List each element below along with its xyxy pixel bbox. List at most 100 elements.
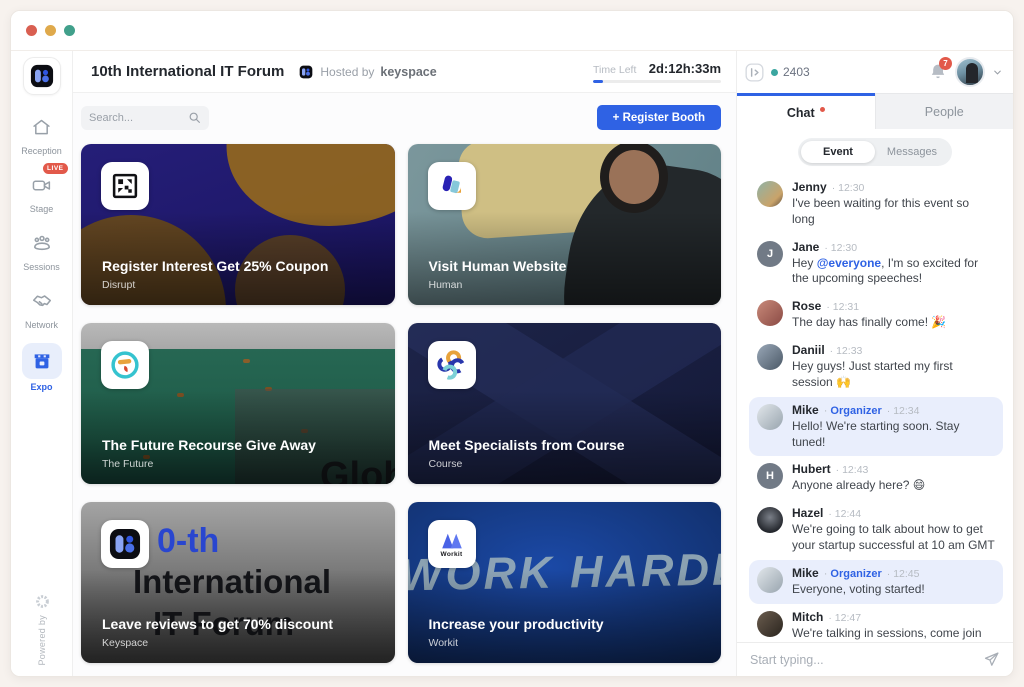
message-author: Mike	[792, 566, 819, 580]
chat-panel: 2403 7 Chat	[736, 51, 1013, 676]
booth-card-future[interactable]: GlobThe Future Recourse Give AwayThe Fut…	[81, 323, 395, 484]
chat-message-daniil-3: Daniil12:33Hey guys! Just started my fir…	[749, 337, 1003, 397]
audience-icon	[22, 227, 62, 259]
sidebar: Reception LIVEStage Sessions Network Expo Po…	[11, 51, 73, 676]
message-time: 12:44	[828, 508, 861, 520]
message-text: We're talking in sessions, come join us	[792, 626, 995, 642]
booth-title: Register Interest Get 25% Coupon	[102, 258, 328, 274]
booth-card-disrupt[interactable]: Register Interest Get 25% Coupon Disrupt	[81, 144, 395, 305]
booth-card-course[interactable]: Meet Specialists from Course Course	[408, 323, 722, 484]
avatar	[757, 507, 783, 533]
booth-subtitle: Course	[429, 458, 463, 470]
notification-badge: 7	[939, 57, 952, 70]
avatar	[757, 611, 783, 637]
chat-message-rose-2: Rose12:31The day has finally come! 🎉	[749, 293, 1003, 337]
chat-message-mike-7: Mike Organizer 12:45 Everyone, voting start…	[749, 560, 1003, 604]
booth-grid: Register Interest Get 25% Coupon Disrupt V…	[81, 144, 721, 663]
chat-message-hazel-6: Hazel12:44We're going to talk about how …	[749, 500, 1003, 560]
avatar: J	[757, 241, 783, 267]
chat-message-jenny-0: Jenny12:30I've been waiting for this eve…	[749, 174, 1003, 234]
search-box	[81, 106, 209, 130]
video-camera-icon: LIVE	[22, 169, 62, 201]
booth-card-keyspace[interactable]: 0-thInternationalIT ForumLeave reviews t…	[81, 502, 395, 663]
keyspace-logo-icon	[298, 64, 314, 80]
booth-title: Increase your productivity	[429, 616, 604, 632]
mention-everyone: @everyone	[817, 256, 881, 270]
booth-subtitle: Human	[429, 279, 463, 291]
organizer-badge: Organizer	[824, 405, 882, 417]
search-icon	[188, 111, 201, 124]
message-time: 12:30	[824, 242, 857, 254]
message-text: Hey guys! Just started my first session …	[792, 359, 995, 391]
avatar	[757, 567, 783, 593]
search-input[interactable]	[89, 112, 182, 124]
avatar	[757, 300, 783, 326]
app-window: Reception LIVEStage Sessions Network Expo Po…	[10, 10, 1014, 677]
hosted-by-label: Hosted by	[320, 65, 374, 79]
powered-by: Powered by	[11, 594, 73, 666]
message-author: Mitch	[792, 610, 823, 624]
booth-logo-workit: Workit	[428, 520, 476, 568]
chat-input-bar	[737, 642, 1013, 676]
live-viewers-dot-icon	[771, 69, 778, 76]
event-header: 10th International IT Forum Hosted by ke…	[73, 51, 736, 93]
booth-subtitle: Disrupt	[102, 279, 135, 291]
message-time: 12:43	[836, 464, 869, 476]
message-author: Hazel	[792, 506, 823, 520]
powered-by-label: Powered by	[37, 615, 47, 666]
booth-logo-keyspace	[101, 520, 149, 568]
message-author: Daniil	[792, 343, 825, 357]
booth-logo-human	[428, 162, 476, 210]
time-left-value: 2d:12h:33m	[649, 61, 721, 76]
chat-unread-dot	[820, 107, 825, 112]
sidebar-item-sessions[interactable]: Sessions	[14, 227, 70, 272]
avatar: H	[757, 463, 783, 489]
sidebar-item-label: Sessions	[14, 262, 70, 272]
booth-logo-disrupt	[101, 162, 149, 210]
booth-card-workit[interactable]: WORK HARDERWorkitIncrease your productiv…	[408, 502, 722, 663]
message-time: 12:31	[826, 301, 859, 313]
sidebar-item-expo[interactable]: Expo	[14, 343, 70, 392]
traffic-light-close[interactable]	[26, 25, 37, 36]
message-text: Everyone, voting started!	[792, 582, 925, 598]
booth-title: The Future Recourse Give Away	[102, 437, 316, 453]
message-time: 12:45	[887, 568, 920, 580]
filter-event[interactable]: Event	[801, 141, 875, 163]
message-author: Jenny	[792, 180, 827, 194]
notifications-bell-icon[interactable]: 7	[928, 62, 948, 82]
sidebar-item-network[interactable]: Network	[14, 285, 70, 330]
booth-logo-course	[428, 341, 476, 389]
send-icon[interactable]	[983, 651, 1000, 668]
message-time: 12:47	[828, 612, 861, 624]
booth-card-human[interactable]: Visit Human Website Human	[408, 144, 722, 305]
booth-logo-future	[101, 341, 149, 389]
sidebar-item-reception[interactable]: Reception	[14, 111, 70, 156]
tab-chat[interactable]: Chat	[737, 93, 875, 129]
app-logo[interactable]	[23, 57, 61, 95]
booth-title: Visit Human Website	[429, 258, 567, 274]
chat-message-jane-1: JJane12:30Hey @everyone, I'm so excited …	[749, 234, 1003, 294]
booth-title: Leave reviews to get 70% discount	[102, 616, 333, 632]
filter-messages[interactable]: Messages	[875, 141, 949, 163]
sidebar-item-stage[interactable]: LIVEStage	[14, 169, 70, 214]
expo-content: + Register Booth Register Interest Get 2…	[73, 93, 736, 676]
chat-message-input[interactable]	[750, 653, 975, 667]
chevron-down-icon[interactable]	[992, 67, 1003, 78]
chat-tabs: Chat People	[737, 93, 1013, 129]
booth-subtitle: Keyspace	[102, 637, 148, 649]
sidebar-item-label: Reception	[14, 146, 70, 156]
chat-message-list: Jenny12:30I've been waiting for this eve…	[737, 170, 1013, 642]
booth-title: Meet Specialists from Course	[429, 437, 625, 453]
booth-subtitle: Workit	[429, 637, 459, 649]
message-author: Hubert	[792, 462, 831, 476]
traffic-light-zoom[interactable]	[64, 25, 75, 36]
organizer-badge: Organizer	[824, 568, 882, 580]
register-booth-button[interactable]: + Register Booth	[597, 105, 721, 130]
message-time: 12:34	[887, 405, 920, 417]
tab-people[interactable]: People	[875, 93, 1014, 129]
chat-message-mike-4: MikeOrganizer12:34Hello! We're starting …	[749, 397, 1003, 457]
window-titlebar	[11, 11, 1013, 51]
traffic-light-minimize[interactable]	[45, 25, 56, 36]
user-avatar[interactable]	[955, 57, 985, 87]
collapse-panel-icon[interactable]	[745, 63, 764, 82]
